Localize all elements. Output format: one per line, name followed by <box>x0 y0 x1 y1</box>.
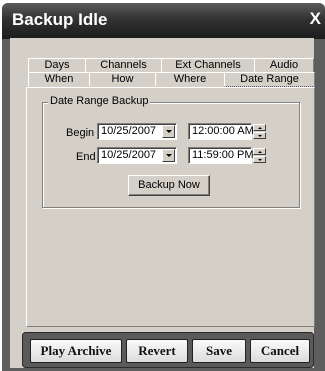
tab-days[interactable]: Days <box>28 58 86 72</box>
tab-how[interactable]: How <box>89 72 156 86</box>
play-archive-button[interactable]: Play Archive <box>30 339 122 363</box>
begin-date-value: 10/25/2007 <box>101 125 157 137</box>
tab-ext-channels[interactable]: Ext Channels <box>161 58 255 72</box>
spin-down-icon[interactable] <box>253 132 266 139</box>
spin-down-icon[interactable] <box>253 156 266 163</box>
begin-time-field[interactable]: 12:00:00 AM <box>188 123 254 140</box>
end-time-field[interactable]: 11:59:00 PM <box>188 147 254 164</box>
title-bar[interactable]: Backup Idle X <box>2 3 325 39</box>
spin-up-icon[interactable] <box>253 148 266 155</box>
tab-when[interactable]: When <box>28 72 90 86</box>
group-title: Date Range Backup <box>48 95 151 107</box>
begin-time-value: 12:00:00 AM <box>192 125 254 137</box>
tab-audio[interactable]: Audio <box>254 58 314 72</box>
end-date-picker[interactable]: 10/25/2007 <box>97 147 177 164</box>
spin-up-icon[interactable] <box>253 124 266 131</box>
end-time-value: 11:59:00 PM <box>192 149 254 161</box>
save-button[interactable]: Save <box>192 339 246 363</box>
close-icon[interactable]: X <box>310 9 321 29</box>
end-date-value: 10/25/2007 <box>101 149 157 161</box>
cancel-button[interactable]: Cancel <box>250 339 310 363</box>
backup-now-button[interactable]: Backup Now <box>128 175 210 196</box>
begin-time-spinner[interactable] <box>253 124 266 139</box>
tab-date-range[interactable]: Date Range <box>224 72 315 87</box>
begin-label: Begin <box>66 127 95 139</box>
end-time-spinner[interactable] <box>253 148 266 163</box>
window-title: Backup Idle <box>12 10 108 29</box>
revert-button[interactable]: Revert <box>126 339 188 363</box>
chevron-down-icon[interactable] <box>162 125 175 138</box>
begin-date-picker[interactable]: 10/25/2007 <box>97 123 177 140</box>
tab-channels[interactable]: Channels <box>85 58 162 72</box>
tab-where[interactable]: Where <box>155 72 225 86</box>
chevron-down-icon[interactable] <box>162 149 175 162</box>
end-label: End <box>76 151 96 163</box>
